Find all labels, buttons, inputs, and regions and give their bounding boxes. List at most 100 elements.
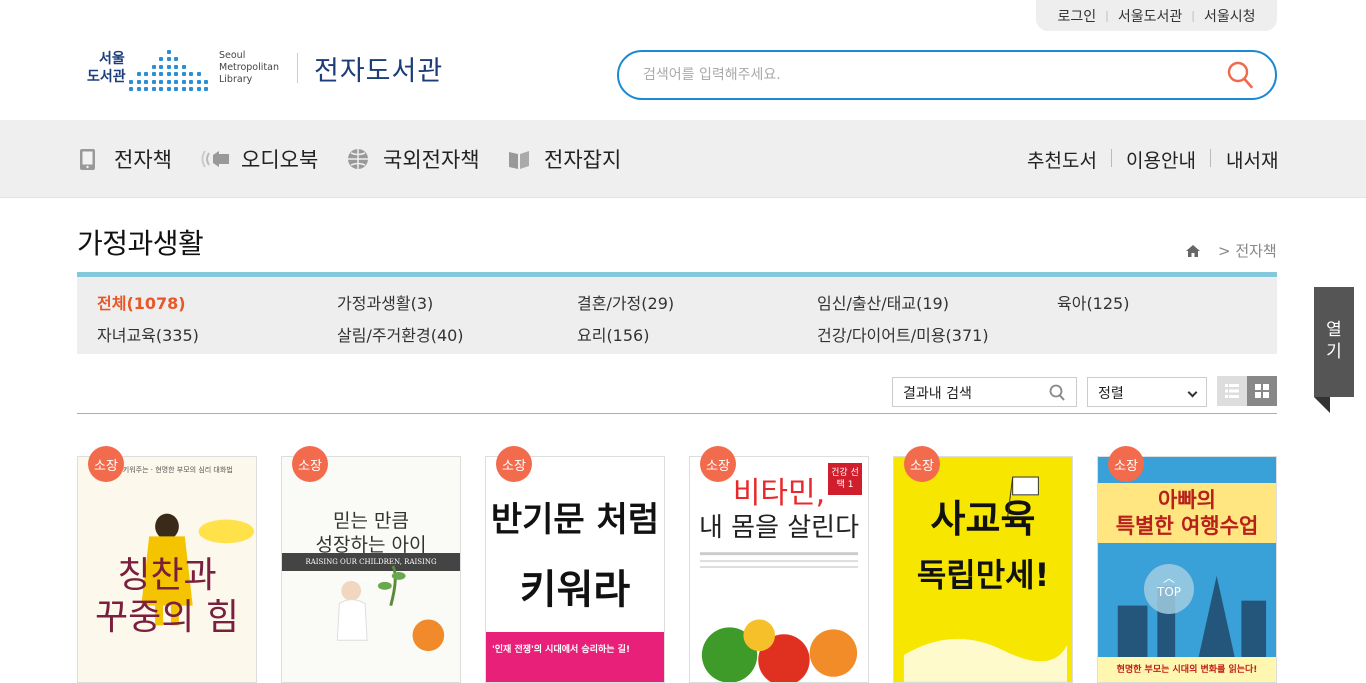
owned-badge: 소장 — [496, 446, 532, 482]
book-title-line1: 반기문 처럼 — [490, 500, 660, 540]
globe-icon — [348, 149, 368, 169]
logo-dot — [136, 87, 141, 91]
side-panel-open-button[interactable]: 열 기 — [1314, 287, 1354, 413]
divider — [77, 413, 1277, 414]
book-cover[interactable]: 건강 선택 1 비타민, 내 몸을 살린다 — [689, 456, 869, 683]
seoul-city-link[interactable]: 서울시청 — [1204, 6, 1256, 26]
category-item[interactable]: 가정과생활(3) — [337, 290, 433, 314]
page-title: 가정과생활 — [77, 227, 204, 260]
book-cover[interactable]: 칭찬을 키워주는 · 현명한 부모의 심리 대화법 칭찬과 꾸중의 힘 — [77, 456, 257, 683]
logo-dot — [159, 72, 163, 76]
category-item[interactable]: 자녀교육(335) — [97, 322, 199, 346]
logo-dot — [136, 79, 141, 84]
book-tagline: '인재 전쟁'의 시대에서 승리하는 길! — [486, 632, 664, 682]
divider: | — [1191, 9, 1195, 22]
category-item[interactable]: 임신/출산/태교(19) — [817, 290, 949, 314]
search-icon[interactable] — [1227, 61, 1253, 89]
logo-dot — [166, 79, 171, 84]
logo-dot — [181, 79, 186, 84]
logo-dot — [174, 87, 178, 91]
scroll-top-button[interactable]: ︿ TOP — [1144, 564, 1194, 614]
site-logo[interactable]: 서울 도서관 Seoul Metropolitan Library 전자도서관 — [87, 42, 443, 94]
tablet-icon — [80, 149, 95, 170]
search-input[interactable] — [643, 67, 1203, 83]
logo-en-line1: Seoul — [219, 50, 246, 61]
category-item[interactable]: 육아(125) — [1057, 290, 1129, 314]
logo-dot — [196, 87, 201, 91]
book-cover[interactable]: 아빠의 특별한 여행수업 현명한 부모는 시대의 변화를 읽는다! — [1097, 456, 1277, 683]
category-all[interactable]: 전체(1078) — [97, 290, 186, 314]
logo-dot — [151, 64, 156, 69]
nav-item-label: 전자잡지 — [544, 148, 622, 172]
logo-ko-text: 서울 도서관 — [87, 50, 129, 86]
divider — [1111, 149, 1112, 167]
logo-dot — [159, 87, 163, 91]
category-item[interactable]: 요리(156) — [577, 322, 649, 346]
logo-dot — [196, 72, 201, 76]
logo-dot — [166, 49, 171, 54]
owned-badge: 소장 — [1108, 446, 1144, 482]
grid-icon — [1255, 384, 1269, 398]
home-icon[interactable] — [1186, 244, 1200, 258]
sort-select[interactable]: 정렬 — [1087, 377, 1207, 407]
nav-my-library[interactable]: 내서재 — [1226, 146, 1278, 173]
side-open-label-2: 기 — [1326, 342, 1342, 362]
scroll-top-label: TOP — [1156, 585, 1181, 599]
seoul-library-link[interactable]: 서울도서관 — [1118, 6, 1182, 26]
logo-dot — [204, 79, 208, 84]
nav-item-magazine[interactable]: 전자잡지 — [508, 144, 621, 174]
result-search-input[interactable]: 결과내 검색 — [892, 377, 1077, 407]
logo-dot — [151, 72, 156, 76]
book-cover[interactable]: 믿는 만큼 성장하는 아이 RAISING OUR CHILDREN, RAIS… — [281, 456, 461, 683]
breadcrumb-current[interactable]: > 전자책 — [1218, 240, 1277, 261]
book-cover[interactable]: 사교육 독립만세! — [893, 456, 1073, 683]
book-title: 칭찬과 꾸중의 힘 — [78, 555, 256, 639]
category-item[interactable]: 결혼/가정(29) — [577, 290, 674, 314]
search-icon[interactable] — [1049, 384, 1065, 401]
book-title-line1: 칭찬과 — [117, 555, 217, 596]
list-view-button[interactable] — [1217, 376, 1247, 406]
logo-dot — [151, 87, 156, 91]
crowd-illustration — [903, 476, 1068, 682]
utility-bar: 로그인 | 서울도서관 | 서울시청 — [1036, 0, 1277, 31]
nav-recommended[interactable]: 추천도서 — [1027, 146, 1097, 173]
open-book-icon — [509, 151, 529, 169]
chevron-down-icon — [1187, 387, 1198, 398]
category-filter: 전체(1078) 가정과생활(3) 결혼/가정(29) 임신/출산/태교(19)… — [77, 272, 1277, 354]
logo-dot — [144, 72, 148, 76]
divider — [1210, 149, 1211, 167]
logo-dot — [174, 57, 178, 61]
login-link[interactable]: 로그인 — [1057, 6, 1096, 26]
logo-dot — [189, 72, 193, 76]
speaker-icon — [201, 150, 229, 168]
category-item[interactable]: 건강/다이어트/미용(371) — [817, 322, 989, 346]
logo-dot — [174, 79, 178, 84]
nav-item-ebook[interactable]: 전자책 — [78, 144, 172, 174]
logo-title: 전자도서관 — [314, 55, 444, 87]
grid-view-button[interactable] — [1247, 376, 1277, 406]
list-icon — [1225, 384, 1239, 398]
logo-dot — [174, 64, 178, 69]
book-tagline: 현명한 부모는 시대의 변화를 읽는다! — [1098, 657, 1276, 682]
logo-dot — [166, 57, 171, 61]
logo-dot — [159, 64, 163, 69]
breadcrumb: > 전자책 — [1186, 240, 1277, 261]
logo-dot — [144, 79, 148, 84]
sort-select-value: 정렬 — [1098, 386, 1124, 402]
category-item[interactable]: 살림/주거환경(40) — [337, 322, 464, 346]
owned-badge: 소장 — [904, 446, 940, 482]
chevron-up-icon: ︿ — [1162, 571, 1175, 585]
nav-item-foreign-ebook[interactable]: 국외전자책 — [347, 144, 480, 174]
book-cover[interactable]: 반기문 처럼 키워라 '인재 전쟁'의 시대에서 승리하는 길! — [485, 456, 665, 683]
logo-dot — [181, 72, 186, 76]
nav-item-audiobook[interactable]: 오디오북 — [201, 144, 318, 174]
logo-dot — [181, 87, 186, 91]
result-search-placeholder: 결과내 검색 — [903, 386, 972, 402]
nav-guide[interactable]: 이용안내 — [1126, 146, 1196, 173]
logo-en-line2: Metropolitan — [219, 62, 279, 73]
book-title-line2: 꾸중의 힘 — [95, 597, 239, 638]
logo-en-text: Seoul Metropolitan Library — [219, 50, 289, 86]
logo-dot — [144, 87, 148, 91]
divider: | — [1105, 9, 1109, 22]
book-title-line2: 키워라 — [519, 566, 631, 613]
